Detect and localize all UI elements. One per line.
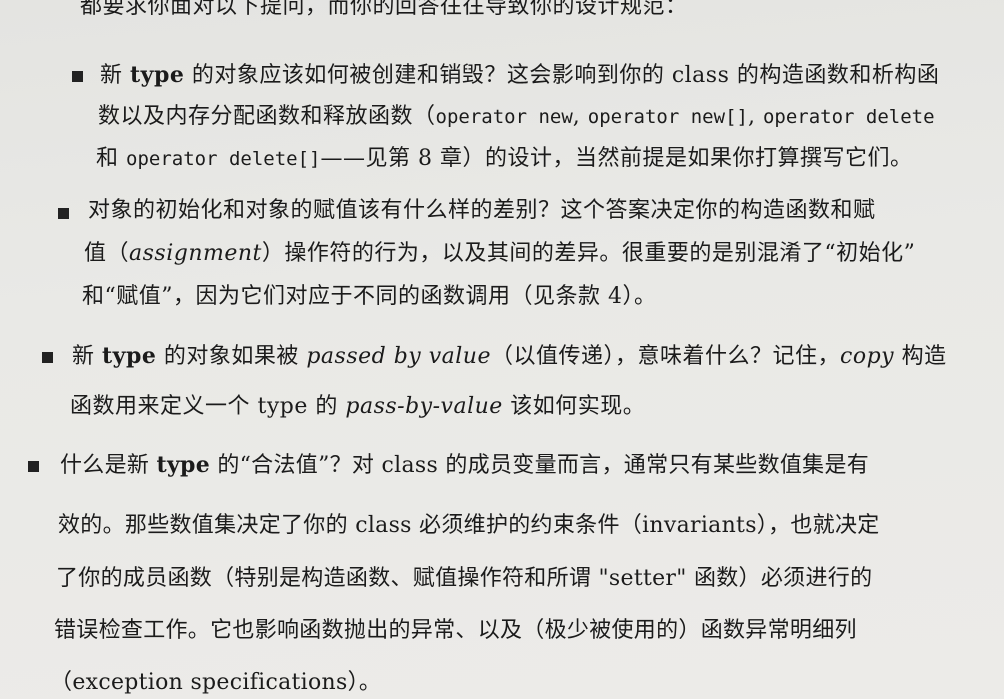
item-2-line-3: 和“赋值”，因为它们对应于不同的函数调用（见条款 4）。: [82, 286, 657, 308]
bullet-3-icon: [42, 352, 53, 363]
text: 该如何实现。: [502, 394, 646, 419]
item-4-line-4: 错误检查工作。它也影响函数抛出的异常、以及（极少被使用的）函数异常明细列: [54, 620, 857, 642]
item-1-line-1: 新 type 的对象应该如何被创建和销毁？这会影响到你的 class 的构造函数…: [100, 64, 939, 87]
text: 的“合法值”？对: [210, 453, 382, 478]
text: 的构造函数和析构函: [729, 63, 940, 88]
text: 效的。那些数值集决定了你的: [58, 513, 356, 538]
type-term: type: [257, 394, 308, 419]
type-term: type: [130, 62, 185, 88]
text: 和“赋值”，因为它们对应于不同的函数调用（见条款 4）。: [82, 284, 657, 309]
text: 的对象如果被: [156, 344, 307, 369]
class-term: class: [671, 63, 730, 88]
pass-by-value-term: pass-by-value: [345, 394, 503, 419]
text: 新: [72, 344, 102, 369]
item-4-line-5: （exception specifications）。: [50, 672, 381, 694]
text: 值（: [84, 241, 130, 266]
text: 错误检查工作。它也影响函数抛出的异常、以及（极少被使用的）函数异常明细列: [54, 618, 857, 643]
bullet-2-icon: [58, 208, 69, 219]
code-operator-delete-array: operator delete[]: [126, 148, 321, 170]
item-2-line-2: 值（assignment）操作符的行为，以及其间的差异。很重要的是别混淆了“初始…: [84, 243, 915, 265]
setter-term: setter: [608, 566, 677, 591]
assignment-term: assignment: [129, 241, 262, 266]
text: 对象的初始化和对象的赋值该有什么样的差别？这个答案决定你的构造函数和赋: [88, 198, 876, 223]
class-term: class: [355, 513, 412, 538]
text: ——见第 8 章）的设计，当然前提是如果你打算撰写它们。: [320, 146, 913, 171]
item-3-line-1: 新 type 的对象如果被 passed by value（以值传递），意味着什…: [72, 345, 947, 368]
code-operator-delete: operator delete: [762, 106, 935, 128]
invariants-term: invariants: [642, 513, 757, 538]
text: 的对象应该如何被创建和销毁？这会影响到你的: [184, 63, 672, 88]
item-2-line-1: 对象的初始化和对象的赋值该有什么样的差别？这个答案决定你的构造函数和赋: [88, 200, 876, 222]
text: ）。: [347, 670, 382, 695]
item-4-line-1: 什么是新 type 的“合法值”？对 class 的成员变量而言，通常只有某些数…: [60, 454, 869, 477]
type-term: type: [156, 452, 211, 478]
text: 必须维护的约束条件（: [411, 513, 643, 538]
text: 什么是新: [60, 453, 157, 478]
item-1-line-3: 和 operator delete[]——见第 8 章）的设计，当然前提是如果你…: [96, 148, 912, 170]
text: （: [50, 670, 73, 695]
text: ,: [747, 104, 763, 129]
passed-by-value-term: passed by value: [306, 344, 491, 369]
text: 函数用来定义一个: [70, 394, 258, 419]
text: ,: [572, 104, 588, 129]
text: 的: [307, 394, 346, 419]
text: 的成员变量而言，通常只有某些数值集是有: [438, 453, 870, 478]
code-operator-new: operator new: [435, 106, 573, 128]
class-term: class: [381, 453, 439, 478]
text: 了你的成员函数（特别是构造函数、赋值操作符和所谓 ": [56, 566, 609, 591]
bullet-1-icon: [72, 71, 83, 82]
bullet-4-icon: [28, 461, 39, 472]
intro-line: 都要求你面对以下提问，而你的回答往往导致你的设计规范：: [80, 0, 688, 18]
text: （以值传递），意味着什么？记住，: [490, 344, 840, 369]
item-4-line-3: 了你的成员函数（特别是构造函数、赋值操作符和所谓 "setter" 函数）必须进…: [56, 568, 872, 590]
book-page-photo: 都要求你面对以下提问，而你的回答往往导致你的设计规范： 新 type 的对象应该…: [0, 0, 1004, 699]
copy-term: copy: [840, 344, 895, 369]
type-term: type: [102, 343, 157, 369]
text: ），也就决定: [756, 513, 880, 538]
text: ）操作符的行为，以及其间的差异。很重要的是别混淆了“初始化”: [261, 241, 916, 266]
text: " 函数）必须进行的: [676, 566, 873, 591]
code-operator-new-array: operator new[]: [587, 106, 748, 128]
exception-specifications-term: exception specifications: [72, 670, 348, 695]
intro-text: 都要求你面对以下提问，而你的回答往往导致你的设计规范：: [80, 0, 688, 19]
text: 构造: [894, 344, 947, 369]
text: 数以及内存分配函数和释放函数（: [98, 104, 436, 129]
item-4-line-2: 效的。那些数值集决定了你的 class 必须维护的约束条件（invariants…: [58, 515, 880, 537]
item-1-line-2: 数以及内存分配函数和释放函数（operator new, operator ne…: [98, 106, 935, 128]
text: 和: [96, 146, 126, 171]
item-3-line-2: 函数用来定义一个 type 的 pass-by-value 该如何实现。: [70, 396, 645, 418]
text: 新: [100, 63, 130, 88]
